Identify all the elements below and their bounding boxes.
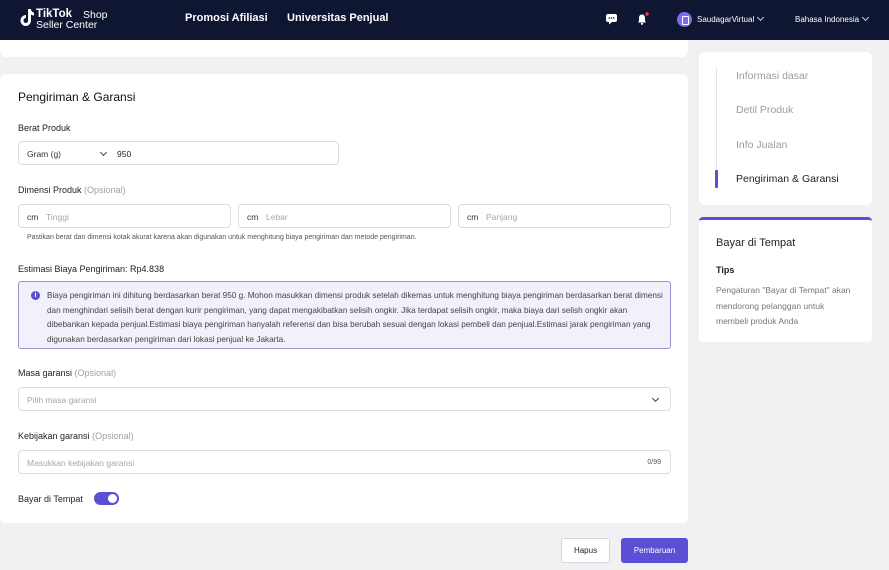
user-menu[interactable]: SaudagarVirtual (677, 10, 765, 28)
length-unit: cm (467, 212, 479, 222)
shipping-warranty-card: Pengiriman & Garansi Berat Produk Gram (… (0, 74, 688, 523)
nav-promosi-afiliasi[interactable]: Promosi Afiliasi (185, 12, 268, 24)
chevron-down-icon (651, 394, 660, 403)
warranty-policy-placeholder: Masukkan kebijakan garansi (27, 458, 135, 468)
char-counter: 0/99 (647, 459, 661, 466)
warranty-period-placeholder: Pilih masa garansi (27, 395, 97, 405)
top-bar: TikTok Shop Seller Center Promosi Afilia… (0, 0, 889, 40)
height-input[interactable]: Tinggi (46, 212, 69, 222)
chevron-down-icon (757, 13, 765, 22)
side-nav-item-info-jualan[interactable]: Info Jualan (736, 139, 787, 151)
tips-label: Tips (716, 265, 735, 275)
width-unit: cm (247, 212, 259, 222)
warranty-policy-label-text: Kebijakan garansi (18, 431, 90, 441)
weight-input[interactable]: 950 (117, 149, 131, 159)
optional-tag: (Opsional) (92, 431, 134, 441)
cod-help-card: Bayar di Tempat Tips Pengaturan "Bayar d… (699, 217, 872, 342)
section-title: Pengiriman & Garansi (18, 90, 136, 104)
optional-tag: (Opsional) (74, 368, 117, 378)
language-selector[interactable]: Bahasa Indonesia (795, 10, 870, 28)
side-nav-item-informasi-dasar[interactable]: Informasi dasar (736, 70, 808, 82)
language-label: Bahasa Indonesia (795, 14, 860, 24)
tiktok-shop-logo[interactable]: TikTok Shop Seller Center (19, 8, 119, 32)
shipping-info-text: Biaya pengiriman ini dihitung berdasarka… (47, 291, 663, 344)
tiktok-note-icon (19, 9, 34, 29)
warranty-policy-label: Kebijakan garansi (Opsional) (18, 431, 134, 441)
warranty-period-label: Masa garansi (Opsional) (18, 368, 116, 378)
chevron-down-icon (862, 13, 870, 22)
width-field[interactable]: cm Lebar (238, 204, 451, 228)
dimensions-note: Pastikan berat dan dimensi kotak akurat … (27, 234, 417, 241)
height-field[interactable]: cm Tinggi (18, 204, 231, 228)
cod-label: Bayar di Tempat (18, 494, 83, 504)
chevron-down-icon[interactable] (99, 148, 108, 157)
shipping-info-box: i Biaya pengiriman ini dihitung berdasar… (18, 281, 671, 349)
weight-unit-select[interactable]: Gram (g) (27, 149, 61, 159)
delete-button[interactable]: Hapus (561, 538, 610, 563)
shipping-estimate-label: Estimasi Biaya Pengiriman: Rp4.838 (18, 264, 165, 274)
nav-universitas-penjual[interactable]: Universitas Penjual (287, 12, 389, 24)
weight-label: Berat Produk (18, 123, 71, 133)
logo-subtitle: Seller Center (36, 19, 98, 31)
previous-section-card (0, 40, 688, 57)
section-nav: Informasi dasar Detil Produk Info Jualan… (699, 52, 872, 205)
warranty-policy-input[interactable]: Masukkan kebijakan garansi 0/99 (18, 450, 671, 474)
width-input[interactable]: Lebar (266, 212, 288, 222)
avatar (677, 11, 692, 27)
bell-icon[interactable] (636, 12, 650, 26)
warranty-period-select[interactable]: Pilih masa garansi (18, 387, 671, 411)
height-unit: cm (27, 212, 39, 222)
length-field[interactable]: cm Panjang (458, 204, 671, 228)
length-input[interactable]: Panjang (486, 212, 517, 222)
side-nav-item-pengiriman-garansi[interactable]: Pengiriman & Garansi (736, 173, 839, 185)
tips-text: Pengaturan "Bayar di Tempat" akan mendor… (716, 285, 851, 326)
user-name: SaudagarVirtual (697, 14, 755, 24)
nav-active-indicator (715, 170, 718, 188)
dimensions-label-text: Dimensi Produk (18, 185, 82, 195)
dimensions-label: Dimensi Produk (Opsional) (18, 185, 126, 195)
cod-help-title: Bayar di Tempat (716, 237, 796, 249)
update-button[interactable]: Pembaruan (621, 538, 688, 563)
cod-toggle[interactable] (94, 492, 119, 505)
optional-tag: (Opsional) (84, 185, 126, 195)
info-icon: i (31, 291, 40, 300)
side-nav-item-detil-produk[interactable]: Detil Produk (736, 104, 793, 116)
weight-field: Gram (g) 950 (18, 141, 339, 165)
chat-icon[interactable] (605, 12, 619, 26)
warranty-period-label-text: Masa garansi (18, 368, 73, 378)
